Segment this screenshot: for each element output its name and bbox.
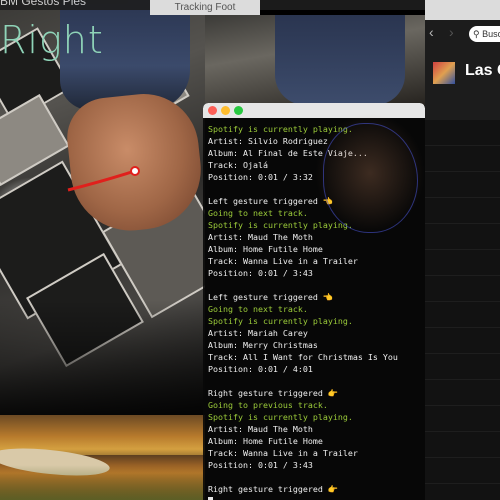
- terminal-line: Right gesture triggered 👉: [208, 484, 339, 494]
- tracking-line: [67, 169, 136, 192]
- minimize-button[interactable]: [221, 106, 230, 115]
- terminal-line: Album: Merry Christmas: [208, 340, 318, 350]
- track-row[interactable]: [425, 146, 500, 172]
- track-row[interactable]: [425, 432, 500, 458]
- terminal-line: Right gesture triggered 👉: [208, 388, 339, 398]
- track-row[interactable]: [425, 276, 500, 302]
- track-row[interactable]: [425, 172, 500, 198]
- track-row[interactable]: [425, 198, 500, 224]
- terminal-output: Spotify is currently playing. Artist: Sil…: [203, 118, 425, 495]
- track-row[interactable]: [425, 302, 500, 328]
- track-row[interactable]: [425, 354, 500, 380]
- terminal-line: Artist: Mariah Carey: [208, 328, 308, 338]
- terminal-line: Spotify is currently playing.: [208, 412, 353, 422]
- grass: [0, 465, 205, 500]
- desktop-wallpaper: [0, 415, 205, 500]
- track-row[interactable]: [425, 458, 500, 484]
- track-row[interactable]: [425, 406, 500, 432]
- terminal-line: Track: All I Want for Christmas Is You: [208, 352, 398, 362]
- terminal-line: Going to next track.: [208, 304, 308, 314]
- terminal-line: Artist: Maud The Moth: [208, 232, 313, 242]
- terminal-line: Position: 0:01 / 3:43: [208, 268, 313, 278]
- playlist-title: Las C: [465, 62, 500, 79]
- terminal-line: Track: Ojalá: [208, 160, 268, 170]
- terminal-line: Position: 0:01 / 4:01: [208, 364, 313, 374]
- tracking-overlay: [67, 166, 140, 192]
- zoom-button[interactable]: [234, 106, 243, 115]
- terminal-line: Track: Wanna Live in a Trailer: [208, 448, 358, 458]
- app-title: BM Gestos Pies: [0, 0, 87, 8]
- terminal-line: Left gesture triggered 👈: [208, 292, 334, 302]
- terminal-window[interactable]: Spotify is currently playing. Artist: Sil…: [203, 103, 425, 500]
- terminal-line: Artist: Silvio Rodriguez: [208, 136, 328, 146]
- camera-window-left: Right: [0, 0, 205, 415]
- cursor: [208, 496, 213, 500]
- tracking-point: [130, 166, 140, 176]
- terminal-titlebar[interactable]: [203, 103, 425, 118]
- terminal-line: Left gesture triggered 👈: [208, 196, 334, 206]
- close-button[interactable]: [208, 106, 217, 115]
- search-input[interactable]: ⚲ Busca: [469, 26, 500, 42]
- terminal-line: Position: 0:01 / 3:32: [208, 172, 313, 182]
- chevron-left-icon[interactable]: ‹: [429, 24, 434, 40]
- track-row[interactable]: [425, 380, 500, 406]
- terminal-line: Album: Al Final de Este Viaje...: [208, 148, 368, 158]
- camera-window-right: [205, 15, 425, 105]
- terminal-line: Artist: Maud The Moth: [208, 424, 313, 434]
- leg: [275, 15, 405, 105]
- gesture-label: Right: [0, 18, 104, 62]
- playlist-cover[interactable]: [433, 62, 455, 84]
- spotify-titlebar: [425, 0, 500, 20]
- chevron-right-icon[interactable]: ›: [449, 24, 454, 40]
- terminal-line: Album: Home Futile Home: [208, 436, 323, 446]
- search-placeholder: Busca: [482, 29, 500, 39]
- track-row[interactable]: [425, 120, 500, 146]
- spotify-window: ‹ › ⚲ Busca Las C: [425, 0, 500, 500]
- terminal-line: Spotify is currently playing.: [208, 316, 353, 326]
- terminal-prompt[interactable]: [203, 495, 425, 500]
- terminal-line: Spotify is currently playing.: [208, 124, 353, 134]
- track-row[interactable]: [425, 328, 500, 354]
- camera-window-title: Tracking Foot: [150, 0, 260, 15]
- track-row[interactable]: [425, 224, 500, 250]
- terminal-line: Spotify is currently playing.: [208, 220, 353, 230]
- terminal-line: Track: Wanna Live in a Trailer: [208, 256, 358, 266]
- terminal-line: Album: Home Futile Home: [208, 244, 323, 254]
- terminal-line: Position: 0:01 / 3:43: [208, 460, 313, 470]
- terminal-line: Going to previous track.: [208, 400, 328, 410]
- terminal-line: Going to next track.: [208, 208, 308, 218]
- track-row[interactable]: [425, 250, 500, 276]
